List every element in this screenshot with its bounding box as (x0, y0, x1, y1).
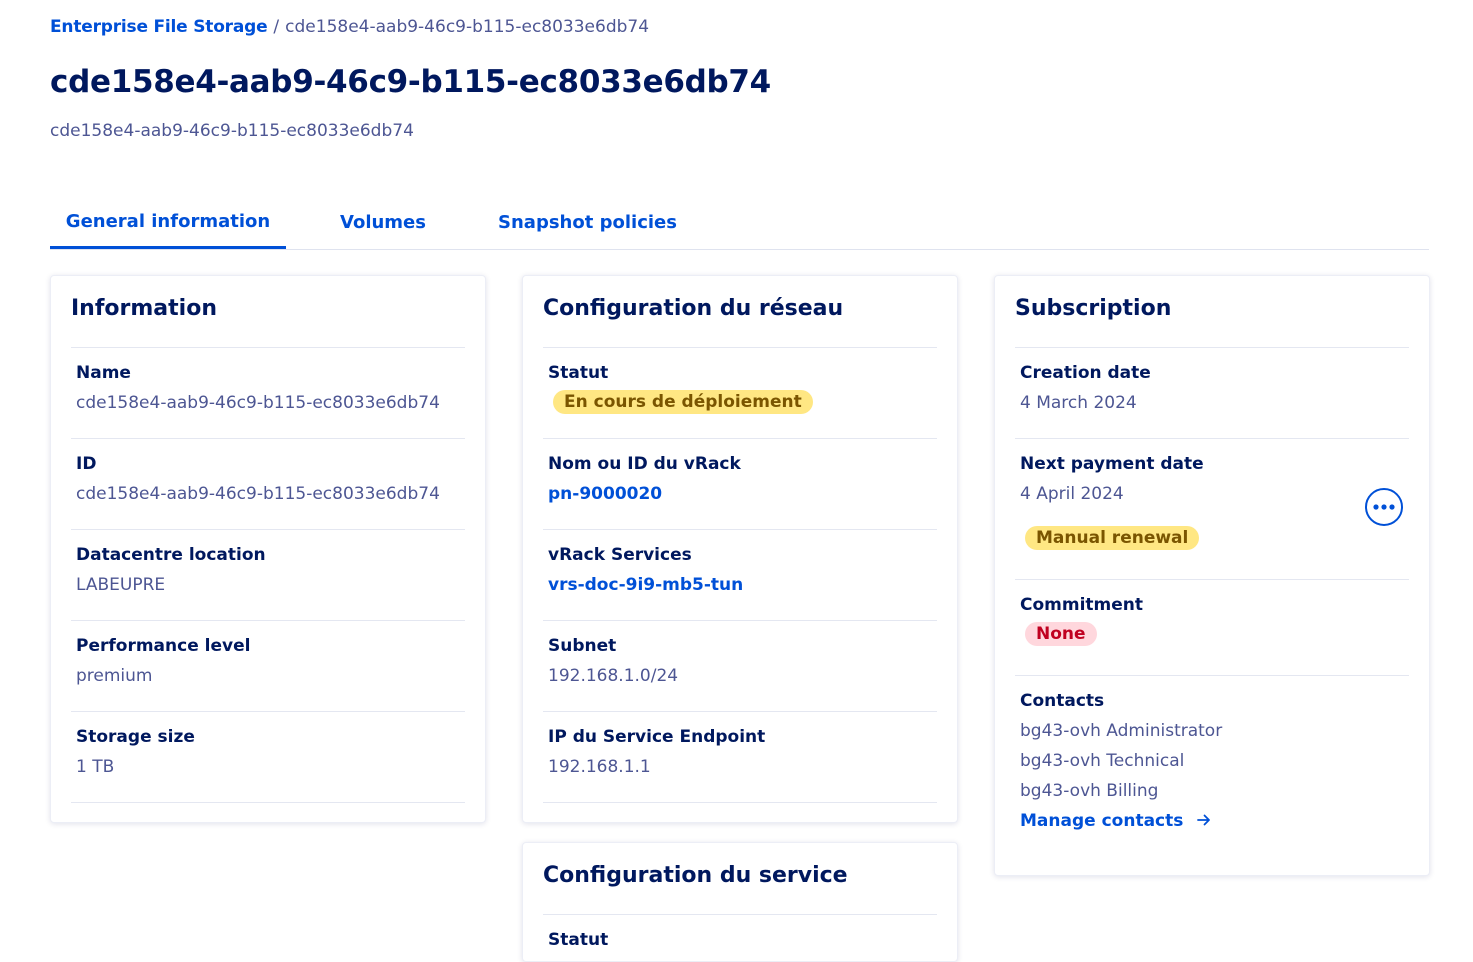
vrack-label: Nom ou ID du vRack (548, 454, 741, 474)
datacentre-value: LABEUPRE (76, 575, 166, 595)
creation-date-value: 4 March 2024 (1020, 393, 1137, 413)
subscription-tile: Subscription Creation date 4 March 2024 … (994, 275, 1430, 876)
tab-general-information[interactable]: General information (50, 196, 286, 249)
network-status-label: Statut (548, 363, 609, 383)
next-payment-label: Next payment date (1020, 454, 1204, 474)
creation-date-label: Creation date (1020, 363, 1151, 383)
breadcrumb-separator: / (273, 17, 280, 37)
name-label: Name (76, 363, 131, 383)
divider (1015, 579, 1409, 580)
endpoint-label: IP du Service Endpoint (548, 727, 766, 747)
breadcrumb-link-enterprise-file-storage[interactable]: Enterprise File Storage (50, 17, 268, 37)
more-actions-button[interactable] (1365, 488, 1403, 526)
id-value: cde158e4-aab9-46c9-b115-ec8033e6db74 (76, 484, 440, 504)
status-badge: En cours de déploiement (553, 390, 813, 414)
subnet-label: Subnet (548, 636, 617, 656)
divider (543, 711, 937, 712)
contact-technical: bg43-ovh Technical (1020, 751, 1185, 771)
vrack-services-label: vRack Services (548, 545, 692, 565)
ellipsis-icon (1373, 504, 1395, 510)
storage-label: Storage size (76, 727, 195, 747)
divider (71, 711, 465, 712)
divider (71, 529, 465, 530)
divider (1015, 675, 1409, 676)
information-tile: Information Name cde158e4-aab9-46c9-b115… (50, 275, 486, 823)
divider (1015, 347, 1409, 348)
endpoint-value: 192.168.1.1 (548, 757, 651, 777)
arrow-right-icon (1197, 811, 1211, 831)
commitment-label: Commitment (1020, 595, 1144, 615)
manage-contacts-label: Manage contacts (1020, 811, 1184, 831)
divider (543, 529, 937, 530)
subscription-title: Subscription (1015, 296, 1172, 321)
divider (1015, 438, 1409, 439)
page-title: cde158e4-aab9-46c9-b115-ec8033e6db74 (50, 64, 771, 100)
storage-value: 1 TB (76, 757, 115, 777)
performance-value: premium (76, 666, 153, 686)
divider (543, 620, 937, 621)
performance-label: Performance level (76, 636, 251, 656)
subnet-value: 192.168.1.0/24 (548, 666, 679, 686)
divider (543, 347, 937, 348)
contact-billing: bg43-ovh Billing (1020, 781, 1159, 801)
breadcrumb: Enterprise File Storage / cde158e4-aab9-… (50, 17, 649, 37)
next-payment-value: 4 April 2024 (1020, 484, 1124, 504)
contact-administrator: bg43-ovh Administrator (1020, 721, 1223, 741)
id-label: ID (76, 454, 97, 474)
renewal-badge: Manual renewal (1025, 526, 1200, 550)
tab-volumes[interactable]: Volumes (316, 196, 450, 248)
divider (71, 802, 465, 803)
divider (71, 438, 465, 439)
tab-bar: General information Volumes Snapshot pol… (50, 196, 1429, 250)
service-config-title: Configuration du service (543, 863, 848, 888)
network-config-tile: Configuration du réseau Statut En cours … (522, 275, 958, 823)
divider (543, 802, 937, 803)
network-config-title: Configuration du réseau (543, 296, 844, 321)
commitment-badge: None (1025, 622, 1097, 646)
tab-snapshot-policies[interactable]: Snapshot policies (481, 196, 694, 248)
breadcrumb-current: cde158e4-aab9-46c9-b115-ec8033e6db74 (285, 17, 650, 37)
contacts-label: Contacts (1020, 691, 1105, 711)
page-subtitle: cde158e4-aab9-46c9-b115-ec8033e6db74 (50, 121, 414, 141)
divider (71, 620, 465, 621)
name-value: cde158e4-aab9-46c9-b115-ec8033e6db74 (76, 393, 440, 413)
divider (543, 438, 937, 439)
manage-contacts-link[interactable]: Manage contacts (1020, 811, 1211, 831)
vrack-link[interactable]: pn-9000020 (548, 484, 662, 504)
service-config-tile: Configuration du service Statut (522, 842, 958, 962)
service-status-label: Statut (548, 930, 609, 950)
divider (543, 914, 937, 915)
information-title: Information (71, 296, 217, 321)
vrack-services-link[interactable]: vrs-doc-9i9-mb5-tun (548, 575, 743, 595)
divider (71, 347, 465, 348)
datacentre-label: Datacentre location (76, 545, 266, 565)
